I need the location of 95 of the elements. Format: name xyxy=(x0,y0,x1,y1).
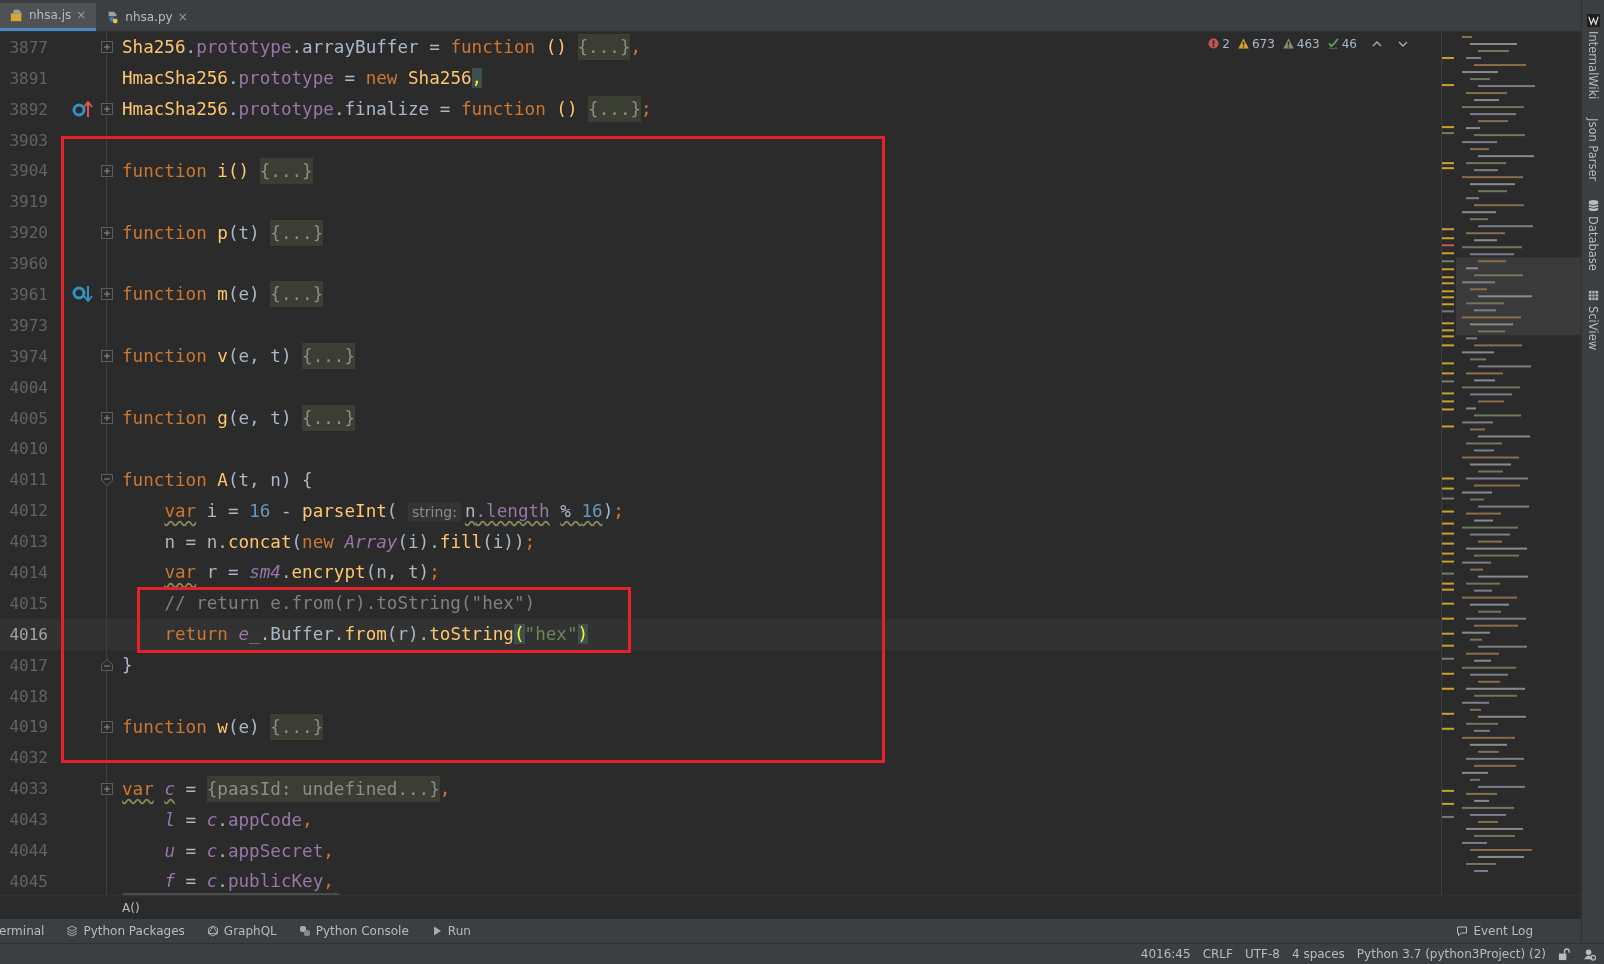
code-text: n = n.concat(new Array(i).fill(i)); xyxy=(163,531,536,552)
close-tab-button[interactable]: × xyxy=(177,9,188,24)
code-text: function A(t, n) { xyxy=(122,469,313,490)
side-tool-button[interactable]: Database xyxy=(1586,198,1600,271)
status-item[interactable]: 4016:45 xyxy=(1140,947,1191,961)
hexagon-icon xyxy=(206,925,219,938)
fold-expand-icon[interactable] xyxy=(101,288,113,301)
line-number: 4014 xyxy=(8,563,48,582)
database-icon xyxy=(1586,198,1600,212)
line-number: 4018 xyxy=(8,686,48,706)
python-icon xyxy=(298,925,311,938)
status-item[interactable]: Python 3.7 (python3Project) (2) xyxy=(1356,947,1546,961)
grid-icon xyxy=(1586,288,1600,302)
code-text: HmacSha256.prototype.finalize = function () {...}; xyxy=(122,99,652,120)
fold-collapse-icon[interactable] xyxy=(101,473,113,486)
fold-expand-icon[interactable] xyxy=(101,720,113,733)
line-number: 4011 xyxy=(8,470,48,490)
line-number: 4016 xyxy=(8,624,48,644)
line-number: 4044 xyxy=(8,841,48,860)
close-tab-button[interactable]: × xyxy=(76,8,87,23)
code-text: var i = 16 - parseInt( string: n.length % 16); xyxy=(163,500,624,521)
code-text: HmacSha256.prototype = new Sha256, xyxy=(122,68,483,89)
status-item[interactable]: 4 spaces xyxy=(1291,947,1345,961)
code-text: function g(e, t) {...} xyxy=(122,408,356,429)
line-number: 3892 xyxy=(8,99,48,119)
line-number: 4045 xyxy=(8,871,48,891)
line-number: 3903 xyxy=(8,130,48,150)
line-number: 3960 xyxy=(8,254,48,274)
line-number: 3920 xyxy=(8,223,48,243)
line-number: 3974 xyxy=(8,346,48,366)
line-number: 4043 xyxy=(8,810,48,830)
code-text: function w(e) {...} xyxy=(122,716,324,737)
line-number: 3877 xyxy=(8,37,48,57)
code-text: } xyxy=(122,655,133,676)
line-number: 4019 xyxy=(8,717,48,737)
line-number: 4012 xyxy=(8,501,48,521)
code-text: function p(t) {...} xyxy=(122,222,324,243)
event-log-button[interactable]: Event Log xyxy=(1456,924,1533,939)
file-tab[interactable]: nhsa.js × xyxy=(0,2,97,31)
inspection-count[interactable]: 463 xyxy=(1282,36,1320,51)
fold-end-icon[interactable] xyxy=(101,659,113,672)
line-number: 3973 xyxy=(8,315,48,335)
fold-expand-icon[interactable] xyxy=(101,103,113,116)
line-number: 4010 xyxy=(8,439,48,459)
tool-window-button[interactable]: Run xyxy=(430,924,471,939)
layers-icon xyxy=(66,925,79,938)
code-text: function i() {...} xyxy=(122,160,313,181)
line-number: 4015 xyxy=(8,593,48,613)
fold-expand-icon[interactable] xyxy=(101,350,113,363)
lock-icon[interactable] xyxy=(1558,947,1571,961)
letter-tile-icon xyxy=(1586,14,1600,27)
code-text: f = c.publicKey, xyxy=(163,871,334,892)
fold-expand-icon[interactable] xyxy=(101,782,113,795)
line-number: 4013 xyxy=(8,532,48,552)
tool-window-button[interactable]: erminal xyxy=(0,924,45,939)
code-text: l = c.appCode, xyxy=(163,809,313,830)
code-text: Sha256.prototype.arrayBuffer = function () {...}, xyxy=(122,37,642,58)
line-number: 4032 xyxy=(8,748,48,768)
gear-person-icon[interactable] xyxy=(1583,947,1596,961)
check-icon xyxy=(1327,38,1339,50)
side-tool-button[interactable]: InternalWiki xyxy=(1586,14,1600,100)
side-tool-button[interactable]: SciView xyxy=(1586,288,1600,350)
inspection-count[interactable]: 2 xyxy=(1208,36,1230,51)
fold-expand-icon[interactable] xyxy=(101,412,113,425)
tool-window-button[interactable]: Python Packages xyxy=(66,924,185,939)
line-number: 3904 xyxy=(8,161,48,181)
circle-down-arrow-icon[interactable] xyxy=(72,284,94,305)
line-number: 4005 xyxy=(8,408,48,428)
status-item[interactable]: UTF-8 xyxy=(1244,947,1280,961)
line-number: 4033 xyxy=(8,779,48,799)
fold-expand-icon[interactable] xyxy=(101,164,113,177)
circle-up-arrow-icon[interactable] xyxy=(72,99,94,120)
speech-bubble-icon xyxy=(1456,925,1469,938)
breadcrumb[interactable]: A() xyxy=(122,900,140,915)
line-number: 3891 xyxy=(8,68,48,88)
line-number: 3961 xyxy=(8,284,48,304)
file-tab[interactable]: nhsa.py × xyxy=(96,2,198,31)
side-tool-button[interactable]: Json Parser xyxy=(1586,117,1600,181)
line-number: 4017 xyxy=(8,655,48,675)
code-text: return e_.Buffer.from(r).toString("hex") xyxy=(163,624,589,645)
tool-window-button[interactable]: Python Console xyxy=(298,924,409,939)
line-number: 3919 xyxy=(8,192,48,212)
code-text: function v(e, t) {...} xyxy=(122,346,356,367)
code-text: // return e.from(r).toString("hex") xyxy=(163,593,536,614)
code-text: var r = sm4.encrypt(n, t); xyxy=(163,562,440,583)
status-item[interactable]: CRLF xyxy=(1202,947,1233,961)
js-file-icon xyxy=(10,8,24,23)
inspection-count[interactable]: 673 xyxy=(1237,36,1275,51)
line-number: 4004 xyxy=(8,377,48,397)
code-text: function m(e) {...} xyxy=(122,284,324,305)
code-text: u = c.appSecret, xyxy=(163,840,334,861)
fold-expand-icon[interactable] xyxy=(101,226,113,239)
inspection-count[interactable]: 46 xyxy=(1327,36,1357,51)
fold-expand-icon[interactable] xyxy=(101,41,113,54)
tool-window-button[interactable]: GraphQL xyxy=(206,924,277,939)
